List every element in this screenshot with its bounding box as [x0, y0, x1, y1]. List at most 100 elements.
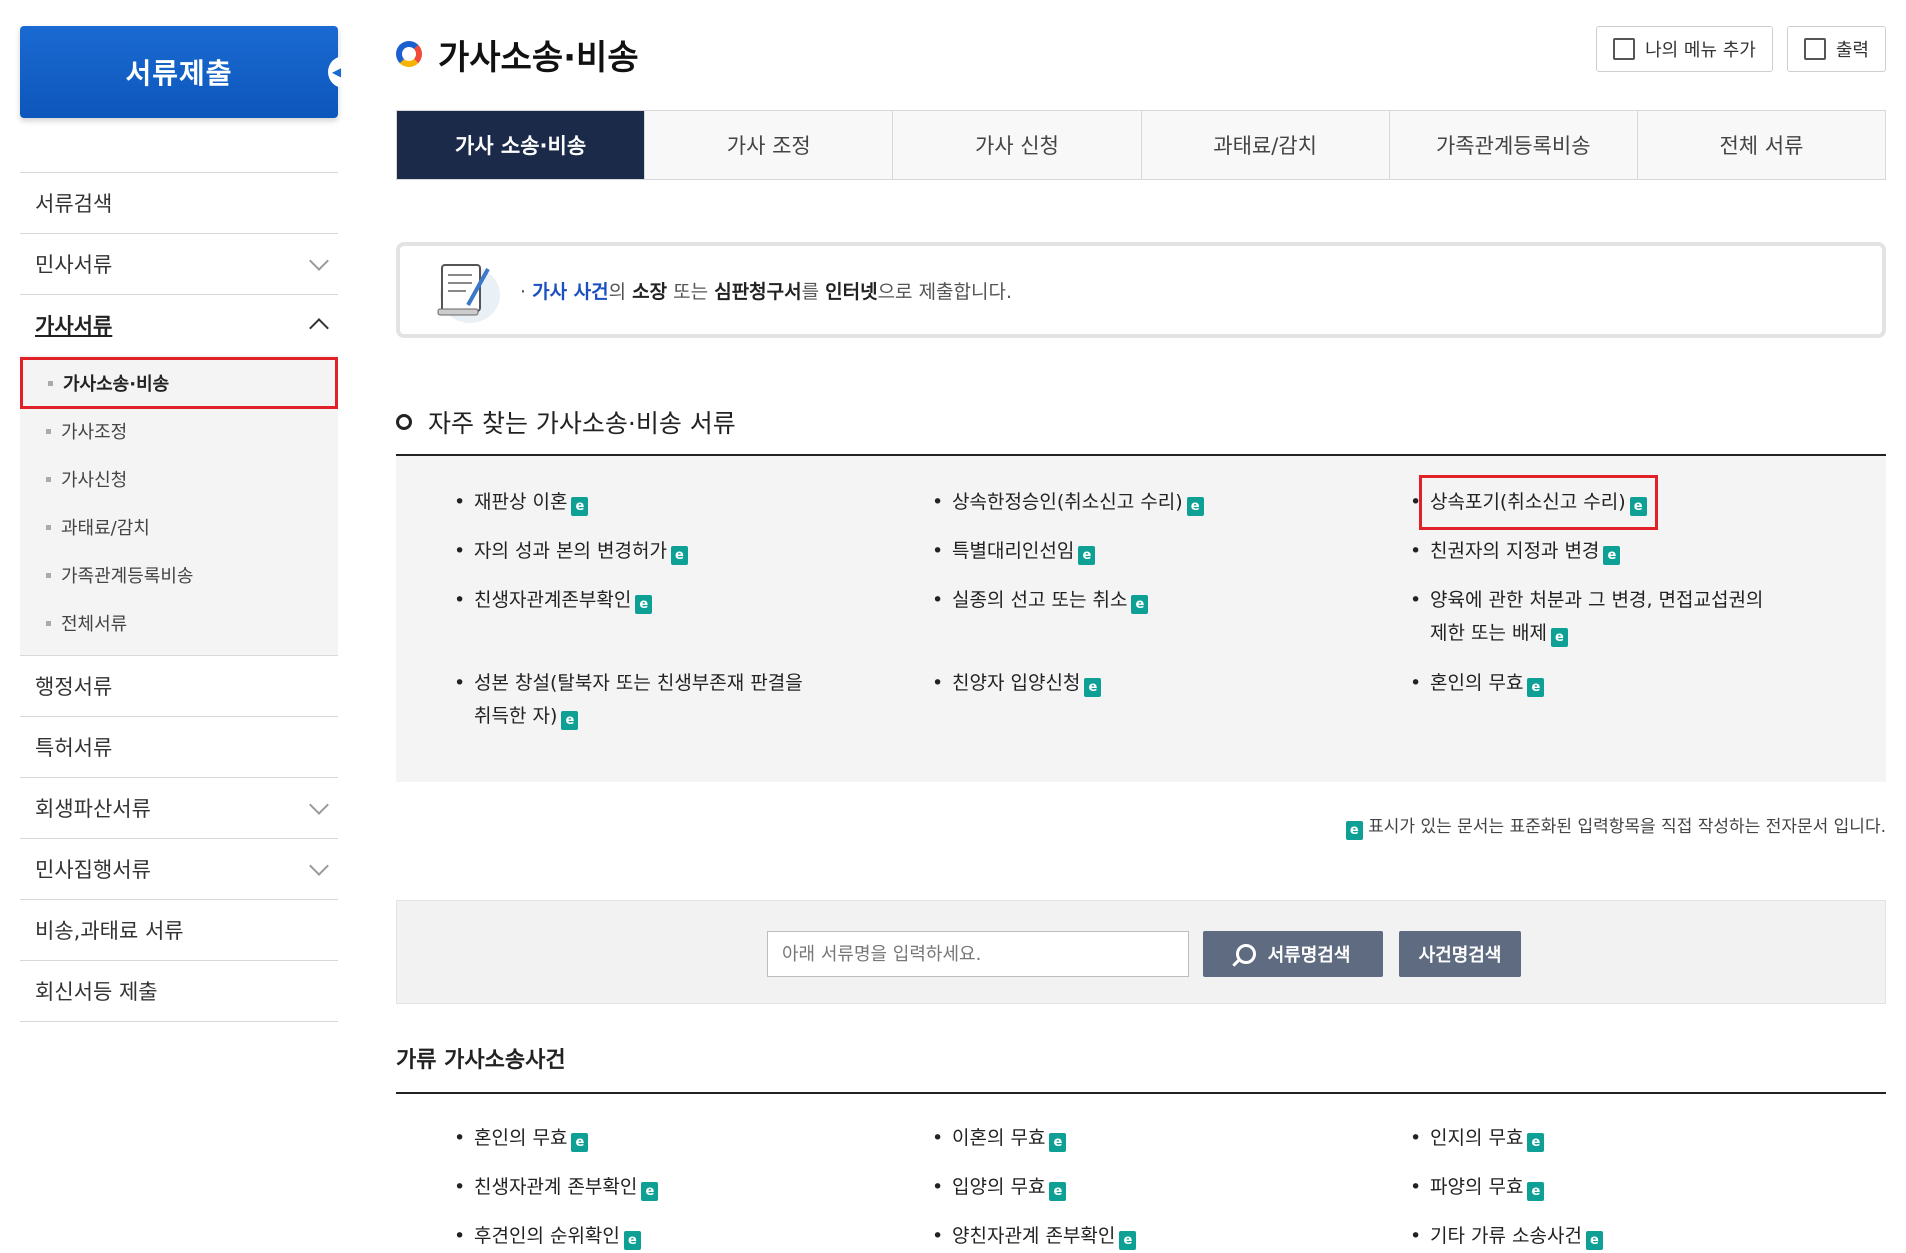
doc-link[interactable]: • 양친자관계 존부확인 e — [932, 1220, 1137, 1253]
doc-label: 상속한정승인(취소신고 수리) — [952, 491, 1183, 513]
notice-part: 으로 제출합니다. — [877, 280, 1013, 303]
chevron-down-icon — [309, 856, 329, 876]
page-title: 가사소송·비송 — [438, 37, 639, 78]
e-document-icon: e — [1585, 1231, 1603, 1250]
sidebar-item-document-search[interactable]: 서류검색 — [20, 173, 338, 234]
doc-link[interactable]: • 실종의 선고 또는 취소 e — [932, 584, 1149, 617]
search-panel: 서류명검색 사건명검색 — [396, 900, 1886, 1004]
doc-link[interactable]: • 친생자관계 존부확인 e — [454, 1171, 659, 1204]
doc-link[interactable]: • 혼인의 무효 e — [454, 1122, 589, 1155]
sidebar-subitem-family-litigation[interactable]: 가사소송·비송 — [20, 357, 338, 409]
doc-link[interactable]: • 후견인의 순위확인 e — [454, 1220, 641, 1253]
collapse-icon[interactable]: ◀ — [328, 56, 346, 88]
sidebar-submenu: 가사소송·비송 가사조정 가사신청 과태료/감치 가족관계등록비송 전체서류 — [20, 355, 338, 656]
category-title: 가류 가사소송사건 — [396, 1048, 566, 1073]
doc-label: 기타 가류 소송사건 — [1430, 1225, 1582, 1247]
doc-link[interactable]: • 성본 창설(탈북자 또는 친생부존재 판결을 취득한 자) e — [454, 667, 803, 733]
e-document-icon: e — [1527, 1133, 1545, 1152]
subitem-label: 가사신청 — [61, 470, 128, 491]
sidebar-item-civil-execution[interactable]: 민사집행서류 — [20, 839, 338, 900]
e-document-icon: e — [1049, 1133, 1067, 1152]
sidebar-subitem-fine[interactable]: 과태료/감치 — [20, 503, 338, 551]
circle-bullet-icon — [396, 414, 412, 430]
notice-box: · 가사 사건의 소장 또는 심판청구서를 인터넷으로 제출합니다. — [396, 242, 1886, 338]
tab-all-documents[interactable]: 전체 서류 — [1636, 111, 1886, 179]
legend-text: 표시가 있는 문서는 표준화된 입력항목을 직접 작성하는 전자문서 입니다. — [1368, 817, 1886, 837]
notice-part: 심판청구서 — [714, 280, 802, 303]
chevron-down-icon — [309, 251, 329, 271]
subitem-label: 과태료/감치 — [61, 518, 150, 539]
notice-part: 가사 사건 — [532, 280, 609, 303]
doc-link-highlighted[interactable]: • 상속포기(취소신고 수리) e — [1410, 475, 1658, 530]
print-icon — [1803, 38, 1826, 60]
sidebar-item-label: 민사서류 — [35, 253, 113, 277]
sidebar-subitem-family-mediation[interactable]: 가사조정 — [20, 407, 338, 455]
tab-family-application[interactable]: 가사 신청 — [892, 111, 1141, 179]
sidebar-item-patent[interactable]: 특허서류 — [20, 717, 338, 778]
doc-label: 이혼의 무효 — [952, 1127, 1046, 1149]
doc-link[interactable]: • 상속한정승인(취소신고 수리) e — [932, 486, 1204, 519]
main-content: 가사소송·비송 나의 메뉴 추가 출력 가사 소송·비송 가사 조정 가사 신청… — [396, 26, 1886, 1250]
doc-label: 친권자의 지정과 변경 — [1430, 540, 1600, 562]
sidebar-item-reply-submission[interactable]: 회신서등 제출 — [20, 961, 338, 1022]
e-document-icon: e — [1345, 821, 1363, 840]
doc-label: 입양의 무효 — [952, 1176, 1046, 1198]
sidebar-subitem-all-documents[interactable]: 전체서류 — [20, 599, 338, 647]
doc-label: 혼인의 무효 — [474, 1127, 568, 1149]
edit-icon — [1613, 38, 1636, 60]
doc-label: 파양의 무효 — [1430, 1176, 1524, 1198]
e-document-icon: e — [635, 595, 653, 614]
doc-link[interactable]: • 혼인의 무효 e — [1410, 667, 1545, 700]
doc-link[interactable]: • 친생자관계존부확인 e — [454, 584, 653, 617]
tab-family-litigation[interactable]: 가사 소송·비송 — [397, 111, 645, 179]
add-my-menu-label: 나의 메뉴 추가 — [1645, 40, 1756, 61]
subitem-label: 가족관계등록비송 — [61, 566, 194, 587]
e-document-icon: e — [1049, 1182, 1067, 1201]
doc-link[interactable]: • 입양의 무효 e — [932, 1171, 1067, 1204]
sidebar-subitem-family-registry[interactable]: 가족관계등록비송 — [20, 551, 338, 599]
sidebar-item-label: 특허서류 — [35, 736, 113, 760]
e-document-icon: e — [1603, 546, 1621, 565]
notice-part: 또는 — [667, 280, 715, 303]
sidebar-item-label: 가사서류 — [35, 314, 113, 338]
doc-link[interactable]: • 자의 성과 본의 변경허가 e — [454, 535, 688, 568]
sidebar-item-label: 행정서류 — [35, 675, 113, 699]
sidebar-item-label: 서류검색 — [35, 192, 113, 216]
doc-link[interactable]: • 파양의 무효 e — [1410, 1171, 1545, 1204]
sidebar-item-family[interactable]: 가사서류 — [20, 295, 338, 355]
doc-link[interactable]: • 인지의 무효 e — [1410, 1122, 1545, 1155]
search-icon — [1235, 944, 1256, 964]
doc-label: 인지의 무효 — [1430, 1127, 1524, 1149]
e-document-icon: e — [1527, 678, 1545, 697]
doc-link[interactable]: • 친권자의 지정과 변경 e — [1410, 535, 1621, 568]
e-document-icon: e — [1078, 546, 1096, 565]
doc-link[interactable]: • 이혼의 무효 e — [932, 1122, 1067, 1155]
notice-part: 의 — [608, 280, 633, 303]
notice-part: 인터넷 — [825, 280, 878, 303]
sidebar-item-administrative[interactable]: 행정서류 — [20, 656, 338, 717]
doc-link[interactable]: • 특별대리인선임 e — [932, 535, 1096, 568]
document-pen-icon — [437, 264, 500, 323]
doc-link[interactable]: • 기타 가류 소송사건 e — [1410, 1220, 1603, 1253]
sidebar-item-non-contentious[interactable]: 비송,과태료 서류 — [20, 900, 338, 961]
doc-link[interactable]: • 재판상 이혼 e — [454, 486, 589, 519]
tab-fine[interactable]: 과태료/감치 — [1140, 111, 1389, 179]
doc-label: 실종의 선고 또는 취소 — [952, 589, 1128, 611]
doc-link[interactable]: • 친양자 입양신청 e — [932, 667, 1102, 700]
sidebar-item-bankruptcy[interactable]: 회생파산서류 — [20, 778, 338, 839]
search-input[interactable] — [767, 931, 1189, 977]
notice-part: 를 — [801, 280, 826, 303]
add-my-menu-button[interactable]: 나의 메뉴 추가 — [1596, 26, 1773, 72]
print-button[interactable]: 출력 — [1786, 26, 1886, 72]
case-search-button[interactable]: 사건명검색 — [1399, 931, 1521, 977]
doc-link[interactable]: • 양육에 관한 처분과 그 변경, 면접교섭권의 제한 또는 배제 e — [1410, 584, 1763, 650]
e-document-icon: e — [571, 497, 589, 516]
document-search-button[interactable]: 서류명검색 — [1203, 931, 1383, 977]
tab-family-mediation[interactable]: 가사 조정 — [644, 111, 893, 179]
e-document-icon: e — [641, 1182, 659, 1201]
tab-family-registry[interactable]: 가족관계등록비송 — [1388, 111, 1637, 179]
print-label: 출력 — [1835, 40, 1869, 61]
sidebar-item-civil[interactable]: 민사서류 — [20, 234, 338, 295]
sidebar-subitem-family-application[interactable]: 가사신청 — [20, 455, 338, 503]
e-document-icon: e — [1131, 595, 1149, 614]
